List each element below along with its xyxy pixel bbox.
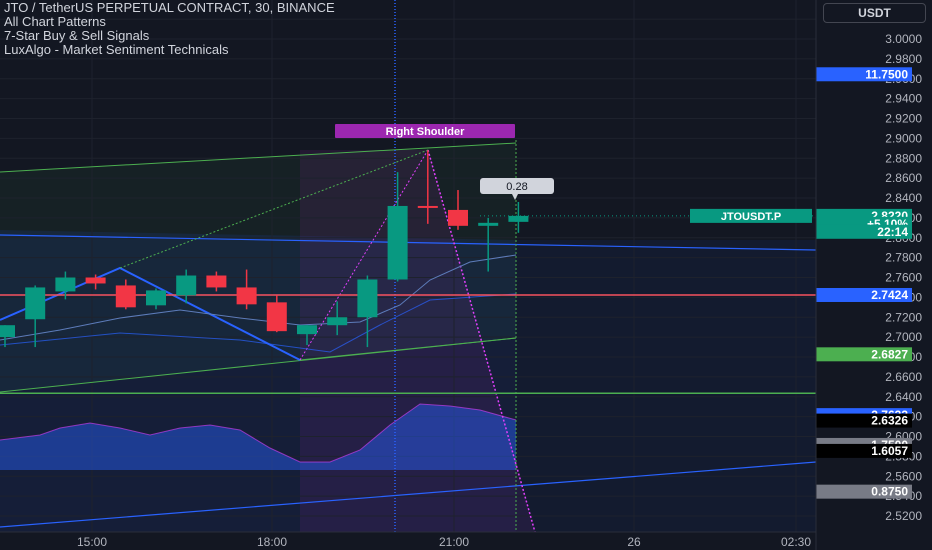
candle-body <box>0 325 15 338</box>
forward-zone <box>516 240 816 550</box>
time-tick-label: 26 <box>627 535 641 549</box>
price-tick-label: 2.5200 <box>885 509 922 523</box>
time-tick-label: 02:30 <box>781 535 811 549</box>
time-axis-area <box>0 532 816 550</box>
indicator-7-star-signals[interactable]: 7-Star Buy & Sell Signals <box>4 29 335 43</box>
axis-price-label-text: 2.6326 <box>871 414 908 428</box>
indicator-all-chart-patterns[interactable]: All Chart Patterns <box>4 15 335 29</box>
price-tick-label: 2.7800 <box>885 251 922 265</box>
candle-body <box>478 222 499 226</box>
candle-body <box>327 317 348 326</box>
price-tick-label: 2.8800 <box>885 151 922 165</box>
price-tick-label: 3.0000 <box>885 32 922 46</box>
candle-body <box>206 275 227 288</box>
currency-button[interactable]: USDT <box>823 3 926 23</box>
candle-body <box>417 205 438 208</box>
pattern-label-right-shoulder: Right Shoulder <box>335 124 515 138</box>
candle-body <box>448 209 468 226</box>
time-tick-label: 18:00 <box>257 535 287 549</box>
price-tick-label: 2.7600 <box>885 271 922 285</box>
candle-body <box>508 215 529 222</box>
price-tick-label: 2.5600 <box>885 469 922 483</box>
candle-body <box>176 275 197 296</box>
candle-body <box>236 287 257 305</box>
time-tick-label: 15:00 <box>77 535 107 549</box>
price-tick-label: 2.9000 <box>885 131 922 145</box>
candle-body <box>297 325 317 335</box>
time-tick-label: 21:00 <box>439 535 469 549</box>
price-tick-label: 2.9400 <box>885 92 922 106</box>
candle-body <box>357 279 378 318</box>
price-tick-label: 2.9200 <box>885 112 922 126</box>
candle-body <box>387 205 408 280</box>
price-tick-label: 2.8600 <box>885 171 922 185</box>
indicator-luxalgo-sentiment[interactable]: LuxAlgo - Market Sentiment Technicals <box>4 43 335 57</box>
price-tick-label: 2.8400 <box>885 191 922 205</box>
axis-price-label-text: 22:14 <box>877 225 908 239</box>
chart-legend: JTO / TetherUS PERPETUAL CONTRACT, 30, B… <box>4 1 335 57</box>
candle-body <box>115 285 136 308</box>
symbol-title: JTO / TetherUS PERPETUAL CONTRACT, 30, B… <box>4 0 335 15</box>
price-tick-label: 2.7200 <box>885 310 922 324</box>
tooltip-text: 0.28 <box>506 181 527 193</box>
price-chart[interactable]: Right Shoulder0.283.02003.00002.98002.96… <box>0 0 932 550</box>
price-tick-label: 2.9800 <box>885 52 922 66</box>
axis-price-label-text: 2.6827 <box>871 347 908 361</box>
price-tick-label: 2.6400 <box>885 390 922 404</box>
axis-price-label-text: 11.7500 <box>865 67 908 81</box>
axis-price-label-text: 2.7424 <box>871 288 908 302</box>
candle-body <box>266 302 287 332</box>
price-tick-label: 2.7000 <box>885 330 922 344</box>
pattern-label-text: Right Shoulder <box>386 126 466 138</box>
candle-body <box>146 290 166 306</box>
axis-price-label-text: 1.6057 <box>871 444 908 458</box>
symbol-price-tag-text: JTOUSDT.P <box>721 211 781 223</box>
price-tick-label: 2.6600 <box>885 370 922 384</box>
candle-body <box>25 287 46 320</box>
candle-body <box>85 277 106 284</box>
candle-body <box>55 277 76 292</box>
axis-price-label-text: 0.8750 <box>871 485 908 499</box>
